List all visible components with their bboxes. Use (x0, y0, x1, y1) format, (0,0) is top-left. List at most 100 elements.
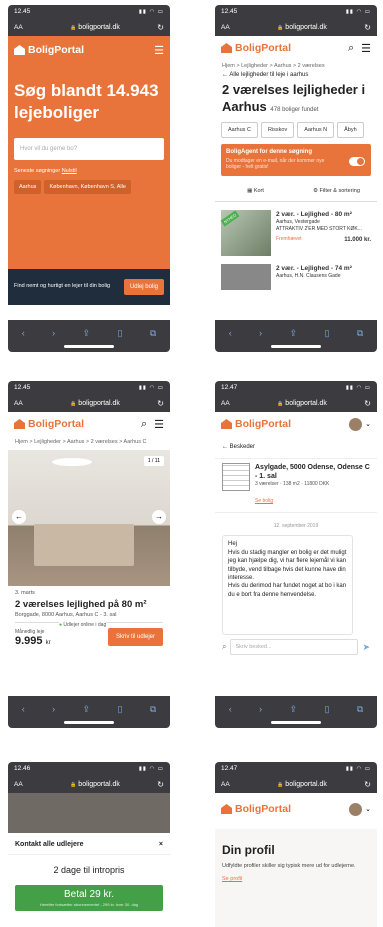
share-icon[interactable]: ⇪ (83, 704, 91, 715)
prev-photo-icon[interactable]: ← (12, 509, 26, 524)
area-chip[interactable]: Aarhus C (221, 121, 258, 138)
logo[interactable]: BoligPortal (221, 42, 341, 54)
filter-button[interactable]: Filter & sortering (320, 188, 360, 194)
breadcrumb[interactable]: Hjem > Lejligheder > Aarhus > 2 værelses (215, 60, 377, 72)
avatar[interactable] (349, 417, 363, 431)
url-text[interactable]: boligportal.dk (36, 781, 154, 788)
forward-icon[interactable]: › (259, 328, 262, 338)
bookmarks-icon[interactable]: ▯ (117, 704, 122, 715)
text-size-button[interactable]: AA (14, 400, 36, 407)
url-text[interactable]: boligportal.dk (243, 24, 361, 31)
area-chip[interactable]: Aarhus N (297, 121, 335, 138)
next-photo-icon[interactable]: → (152, 509, 166, 524)
bookmarks-icon[interactable]: ▯ (324, 704, 329, 715)
text-size-button[interactable]: AA (221, 781, 243, 788)
forward-icon[interactable]: › (52, 328, 55, 338)
search-input[interactable]: Hvor vil du gerne bo? (14, 138, 164, 161)
logo[interactable]: BoligPortal (14, 418, 134, 430)
map-icon[interactable]: ▦ (247, 188, 254, 194)
conversation-listing[interactable]: Asylgade, 5000 Odense, Odense C - 1. sal… (215, 458, 377, 514)
tabs-icon[interactable]: ⧉ (357, 328, 363, 339)
photo-gallery[interactable]: 1 / 11 ← → (8, 449, 170, 586)
listing-photo[interactable]: NYHED (220, 209, 271, 256)
search-icon[interactable]: ⌕ (141, 418, 147, 431)
menu-icon[interactable]: ☰ (154, 44, 164, 57)
url-bar[interactable]: AAboligportal.dk↻ (215, 18, 377, 36)
logo[interactable]: BoligPortal (221, 418, 349, 430)
area-chip[interactable]: Risskov (260, 121, 295, 138)
tabs-icon[interactable]: ⧉ (150, 704, 156, 715)
reload-icon[interactable]: ↻ (154, 780, 164, 789)
breadcrumb[interactable]: Hjem > Lejligheder > Aarhus > 2 værelses… (8, 436, 170, 450)
menu-icon[interactable]: ☰ (361, 42, 371, 55)
home-indicator (271, 345, 321, 348)
share-icon[interactable]: ⇪ (290, 328, 298, 339)
menu-icon[interactable]: ☰ (154, 418, 164, 431)
tabs-icon[interactable]: ⧉ (150, 328, 156, 339)
recent-chip[interactable]: København, København S, Alle (44, 180, 131, 195)
signal-wifi-battery-icon: ▮▮ ◠ ▭ (345, 8, 371, 15)
bookmarks-icon[interactable]: ▯ (117, 328, 122, 339)
text-size-button[interactable]: AA (14, 24, 36, 31)
reload-icon[interactable]: ↻ (154, 23, 164, 32)
close-icon[interactable]: × (159, 841, 163, 848)
url-bar[interactable]: AAboligportal.dk↻ (8, 18, 170, 36)
listing-card[interactable]: 2 vær. - Lejlighed - 74 m² Aarhus, H.N. … (215, 256, 377, 290)
text-size-button[interactable]: AA (14, 781, 36, 788)
back-icon[interactable]: ‹ (22, 704, 25, 714)
share-icon[interactable]: ⇪ (83, 328, 91, 339)
reload-icon[interactable]: ↻ (154, 399, 164, 408)
chevron-down-icon[interactable]: ⌄ (365, 805, 371, 813)
listing-photo[interactable] (221, 263, 271, 290)
back-icon[interactable]: ‹ (22, 328, 25, 338)
share-icon[interactable]: ⇪ (290, 704, 298, 715)
url-text[interactable]: boligportal.dk (243, 781, 361, 788)
recent-chip[interactable]: Aarhus (14, 180, 42, 195)
bookmarks-icon[interactable]: ▯ (324, 328, 329, 339)
send-icon[interactable]: ➤ (362, 642, 370, 653)
url-text[interactable]: boligportal.dk (36, 24, 154, 31)
url-text[interactable]: boligportal.dk (36, 400, 154, 407)
composer: ⌕ Skriv besked... ➤ (222, 639, 370, 655)
text-size-button[interactable]: AA (221, 400, 243, 407)
message-input[interactable]: Skriv besked... (230, 639, 359, 655)
attachment-icon[interactable]: ⌕ (222, 642, 226, 652)
logo[interactable]: BoligPortal (221, 803, 349, 815)
view-profile-link[interactable]: Se profil (222, 876, 370, 882)
reload-icon[interactable]: ↻ (361, 23, 371, 32)
avatar[interactable] (349, 802, 363, 816)
home-indicator (64, 721, 114, 724)
chevron-down-icon[interactable]: ⌄ (365, 420, 371, 428)
reset-link[interactable]: Nulstil (62, 168, 77, 174)
logo[interactable]: BoligPortal (14, 44, 147, 56)
map-button[interactable]: Kort (254, 188, 264, 194)
url-bar[interactable]: AAboligportal.dk↻ (8, 775, 170, 793)
area-chips: Aarhus C Risskov Aarhus N Åbyh (215, 121, 377, 138)
arrow-left-icon[interactable]: ← (222, 444, 230, 450)
url-bar[interactable]: AAboligportal.dk↻ (215, 394, 377, 412)
messages-back-link[interactable]: Beskeder (230, 444, 255, 450)
reload-icon[interactable]: ↻ (361, 780, 371, 789)
text-size-button[interactable]: AA (221, 24, 243, 31)
listing-card[interactable]: NYHED 2 vær. - Lejlighed - 80 m² Aarhus,… (215, 202, 377, 256)
rent-out-button[interactable]: Udlej bolig (123, 279, 164, 295)
url-text[interactable]: boligportal.dk (243, 400, 361, 407)
tabs-icon[interactable]: ⧉ (357, 704, 363, 715)
agent-toggle[interactable] (349, 156, 365, 166)
url-bar[interactable]: AAboligportal.dk↻ (8, 394, 170, 412)
back-icon[interactable]: ‹ (229, 328, 232, 338)
back-link[interactable]: Alle lejligheder til leje i aarhus (229, 72, 308, 78)
forward-icon[interactable]: › (52, 704, 55, 714)
forward-icon[interactable]: › (259, 704, 262, 714)
search-icon[interactable]: ⌕ (348, 42, 354, 55)
pay-button[interactable]: Betal 29 kr. Herefter fortsætter abonnem… (15, 885, 163, 911)
listing-date: 3. marts (15, 589, 35, 596)
contact-landlord-button[interactable]: Skriv til udlejer (107, 627, 163, 646)
view-listing-link[interactable]: Se bolig (255, 498, 273, 504)
dimmed-backdrop[interactable] (8, 793, 170, 833)
reload-icon[interactable]: ↻ (361, 399, 371, 408)
back-icon[interactable]: ‹ (229, 704, 232, 714)
logo-text: BoligPortal (28, 44, 85, 56)
area-chip[interactable]: Åbyh (337, 121, 364, 138)
url-bar[interactable]: AAboligportal.dk↻ (215, 775, 377, 793)
